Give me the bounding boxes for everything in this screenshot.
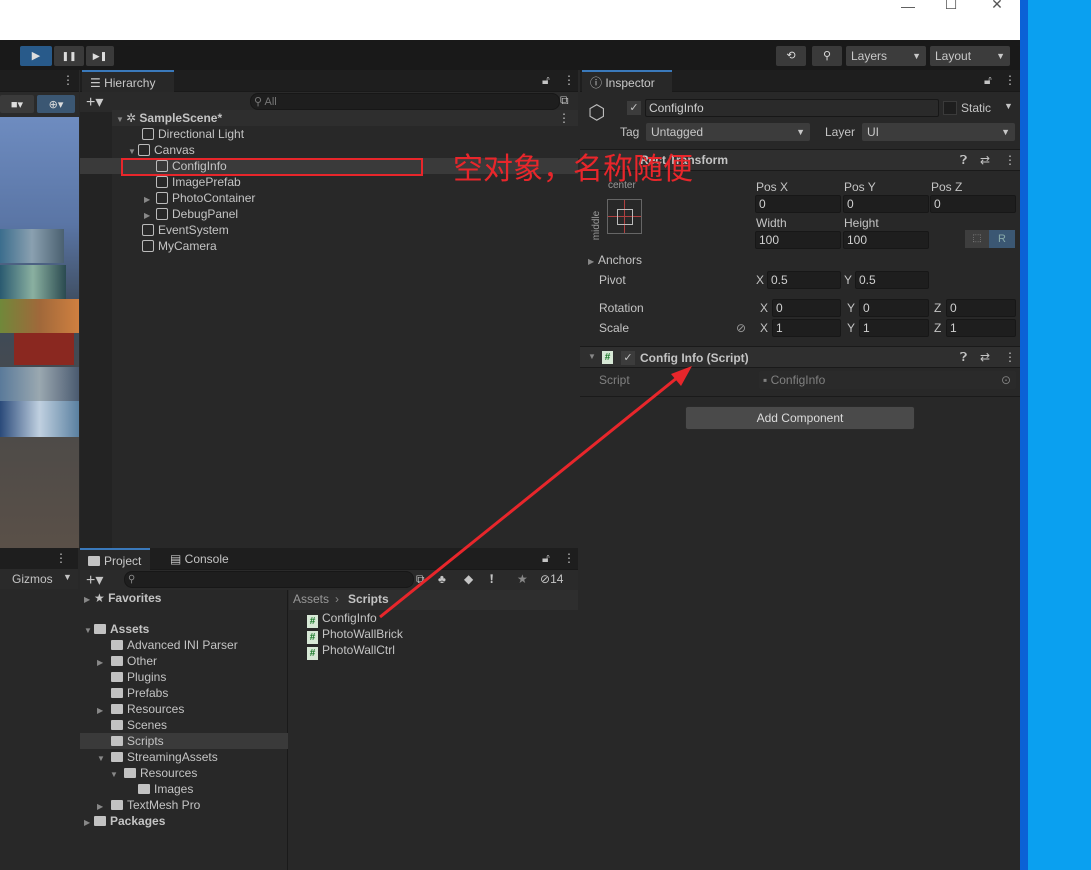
annotation-arrow xyxy=(379,366,692,619)
